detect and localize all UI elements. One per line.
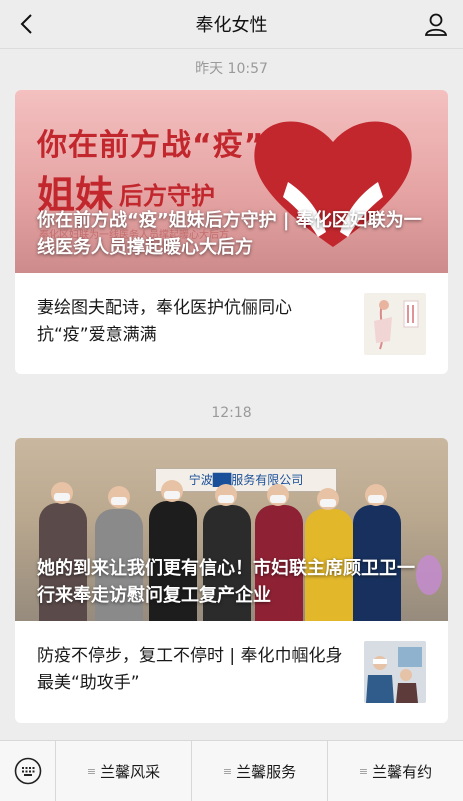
profile-icon[interactable] xyxy=(423,11,449,37)
mask xyxy=(270,495,286,503)
menu-list-icon: ≡ xyxy=(222,764,233,778)
back-arrow-icon[interactable] xyxy=(16,12,40,36)
list-item[interactable]: 防疫不停步，复工不停时 | 奉化巾帼化身最美“助攻手” xyxy=(15,621,448,722)
menu-item[interactable]: ≡ 兰馨服务 xyxy=(192,741,328,801)
menu-list-icon: ≡ xyxy=(358,764,369,778)
mask xyxy=(164,491,180,499)
mask xyxy=(368,495,384,503)
article-card: 宁波██服务有限公司 她的到来让我们更有信心！市妇联主席顾卫卫一行来奉走访慰问复… xyxy=(15,438,448,723)
mask xyxy=(54,493,70,501)
article-card: 你在前方战“疫” 姐妹 后方守护 奉化区妇联为一线医务人员撑起暖心大后方 你在前… xyxy=(15,90,448,374)
menu-list-icon: ≡ xyxy=(86,764,97,778)
menu-item-label: 兰馨有约 xyxy=(372,762,433,781)
hero-article-title: 她的到来让我们更有信心！市妇联主席顾卫卫一行来奉走访慰问复工复产企业 xyxy=(37,558,415,606)
article-title: 防疫不停步，复工不停时 | 奉化巾帼化身最美“助攻手” xyxy=(37,646,343,693)
article-thumbnail xyxy=(364,293,426,355)
keyboard-toggle-icon[interactable] xyxy=(0,741,56,801)
menu-item-label: 兰馨风采 xyxy=(100,762,161,781)
mask xyxy=(218,495,234,503)
bottom-menu-bar: ≡ 兰馨风采 ≡ 兰馨服务 ≡ 兰馨有约 xyxy=(0,740,463,801)
mask xyxy=(111,497,127,505)
menu-item-label: 兰馨服务 xyxy=(236,762,297,781)
hero-image-text: 后方守护 xyxy=(119,182,215,210)
hero-article[interactable]: 宁波██服务有限公司 她的到来让我们更有信心！市妇联主席顾卫卫一行来奉走访慰问复… xyxy=(15,438,448,621)
hero-article-title: 你在前方战“疫”姐妹后方守护 | 奉化区妇联为一线医务人员撑起暖心大后方 xyxy=(37,210,422,258)
hero-image-text: 你在前方战“疫” xyxy=(37,128,265,163)
top-bar: 奉化女性 xyxy=(0,0,463,49)
hero-article[interactable]: 你在前方战“疫” 姐妹 后方守护 奉化区妇联为一线医务人员撑起暖心大后方 你在前… xyxy=(15,90,448,273)
article-title: 妻绘图夫配诗，奉化医护伉俪同心抗“疫”爱意满满 xyxy=(37,298,292,345)
page-title: 奉化女性 xyxy=(195,15,268,36)
menu-item[interactable]: ≡ 兰馨有约 xyxy=(328,741,463,801)
list-item[interactable]: 妻绘图夫配诗，奉化医护伉俪同心抗“疫”爱意满满 xyxy=(15,273,448,374)
mask xyxy=(320,499,336,507)
message-timestamp: 昨天 10:57 xyxy=(195,61,268,77)
article-thumbnail xyxy=(364,641,426,703)
menu-item[interactable]: ≡ 兰馨风采 xyxy=(56,741,192,801)
message-timestamp: 12:18 xyxy=(211,405,252,421)
